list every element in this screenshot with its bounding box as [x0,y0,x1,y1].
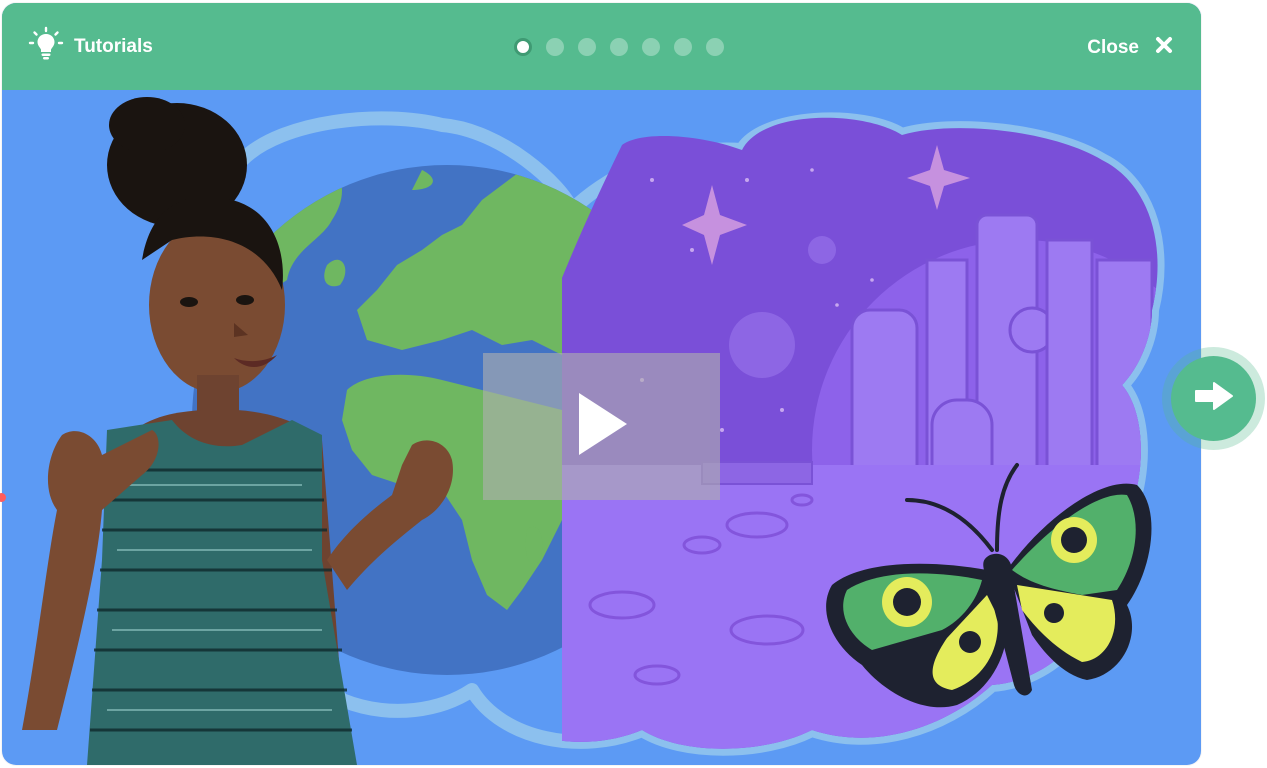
tutorial-modal: Tutorials Close [2,3,1201,765]
step-dot-6[interactable] [674,38,692,56]
step-dot-7[interactable] [706,38,724,56]
play-video-button[interactable] [483,353,720,500]
step-dot-3[interactable] [578,38,596,56]
next-step-button[interactable] [1171,356,1256,441]
arrow-right-icon [1192,380,1236,417]
header-title: Tutorials [74,36,153,57]
lightbulb-icon [28,26,64,68]
step-dot-5[interactable] [642,38,660,56]
tutorials-title: Tutorials [28,26,153,68]
close-label: Close [1087,37,1139,58]
close-icon [1155,36,1173,60]
step-dot-4[interactable] [610,38,628,56]
close-button[interactable]: Close [1087,33,1173,63]
play-icon [575,391,629,462]
progress-dots [514,38,724,56]
step-dot-1[interactable] [514,38,532,56]
step-dot-2[interactable] [546,38,564,56]
modal-header: Tutorials Close [2,3,1201,90]
